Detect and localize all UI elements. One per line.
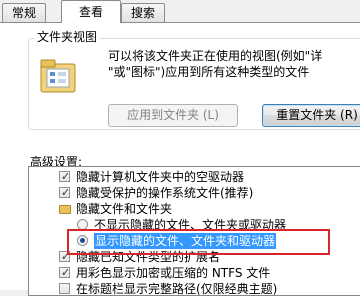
radio-button-selected[interactable] (77, 235, 88, 246)
folder-icon (59, 205, 71, 214)
item-label: 显示隐藏的文件、文件夹和驱动器 (94, 233, 277, 249)
item-label: 不显示隐藏的文件、文件夹或驱动器 (94, 218, 287, 232)
advanced-settings-list[interactable]: ✓ 隐藏计算机文件夹中的空驱动器 ✓ 隐藏受保护的操作系统文件(推荐) 隐藏文件… (28, 166, 360, 296)
description-line-2: "或"图标")应用到所有这种类型的文件 (108, 65, 310, 79)
apply-to-folders-button[interactable]: 应用到文件夹 (L) (108, 104, 238, 127)
item-label: 在标题栏显示完整路径(仅限经典主题) (76, 282, 278, 296)
checkbox[interactable] (59, 283, 70, 294)
folder-views-icon (40, 58, 78, 94)
checkbox[interactable]: ✓ (59, 186, 70, 199)
description-line-1: 可以将该文件夹正在使用的视图(例如"详 (108, 49, 323, 63)
checkbox[interactable]: ✓ (59, 170, 70, 183)
tab-strip: 常规 查看 搜索 (0, 0, 360, 23)
tab-search[interactable]: 搜索 (121, 3, 165, 22)
folder-views-description: 可以将该文件夹正在使用的视图(例如"详 "或"图标")应用到所有这种类型的文件 (108, 48, 360, 80)
item-label: 隐藏计算机文件夹中的空驱动器 (76, 170, 245, 184)
checkbox[interactable]: ✓ (59, 250, 70, 263)
radio-button[interactable] (77, 219, 88, 230)
folder-views-title: 文件夹视图 (34, 30, 101, 45)
tab-general[interactable]: 常规 (2, 3, 46, 22)
item-label: 隐藏文件和文件夹 (76, 202, 173, 216)
tab-divider (0, 22, 360, 23)
item-label: 隐藏已知文件类型的扩展名 (76, 250, 221, 264)
item-label: 用彩色显示加密或压缩的 NTFS 文件 (76, 266, 271, 280)
reset-folders-button[interactable]: 重置文件夹 (R) (262, 104, 360, 127)
item-label: 隐藏受保护的操作系统文件(推荐) (76, 186, 254, 200)
checkbox[interactable]: ✓ (59, 266, 70, 279)
tab-view[interactable]: 查看 (61, 0, 121, 23)
